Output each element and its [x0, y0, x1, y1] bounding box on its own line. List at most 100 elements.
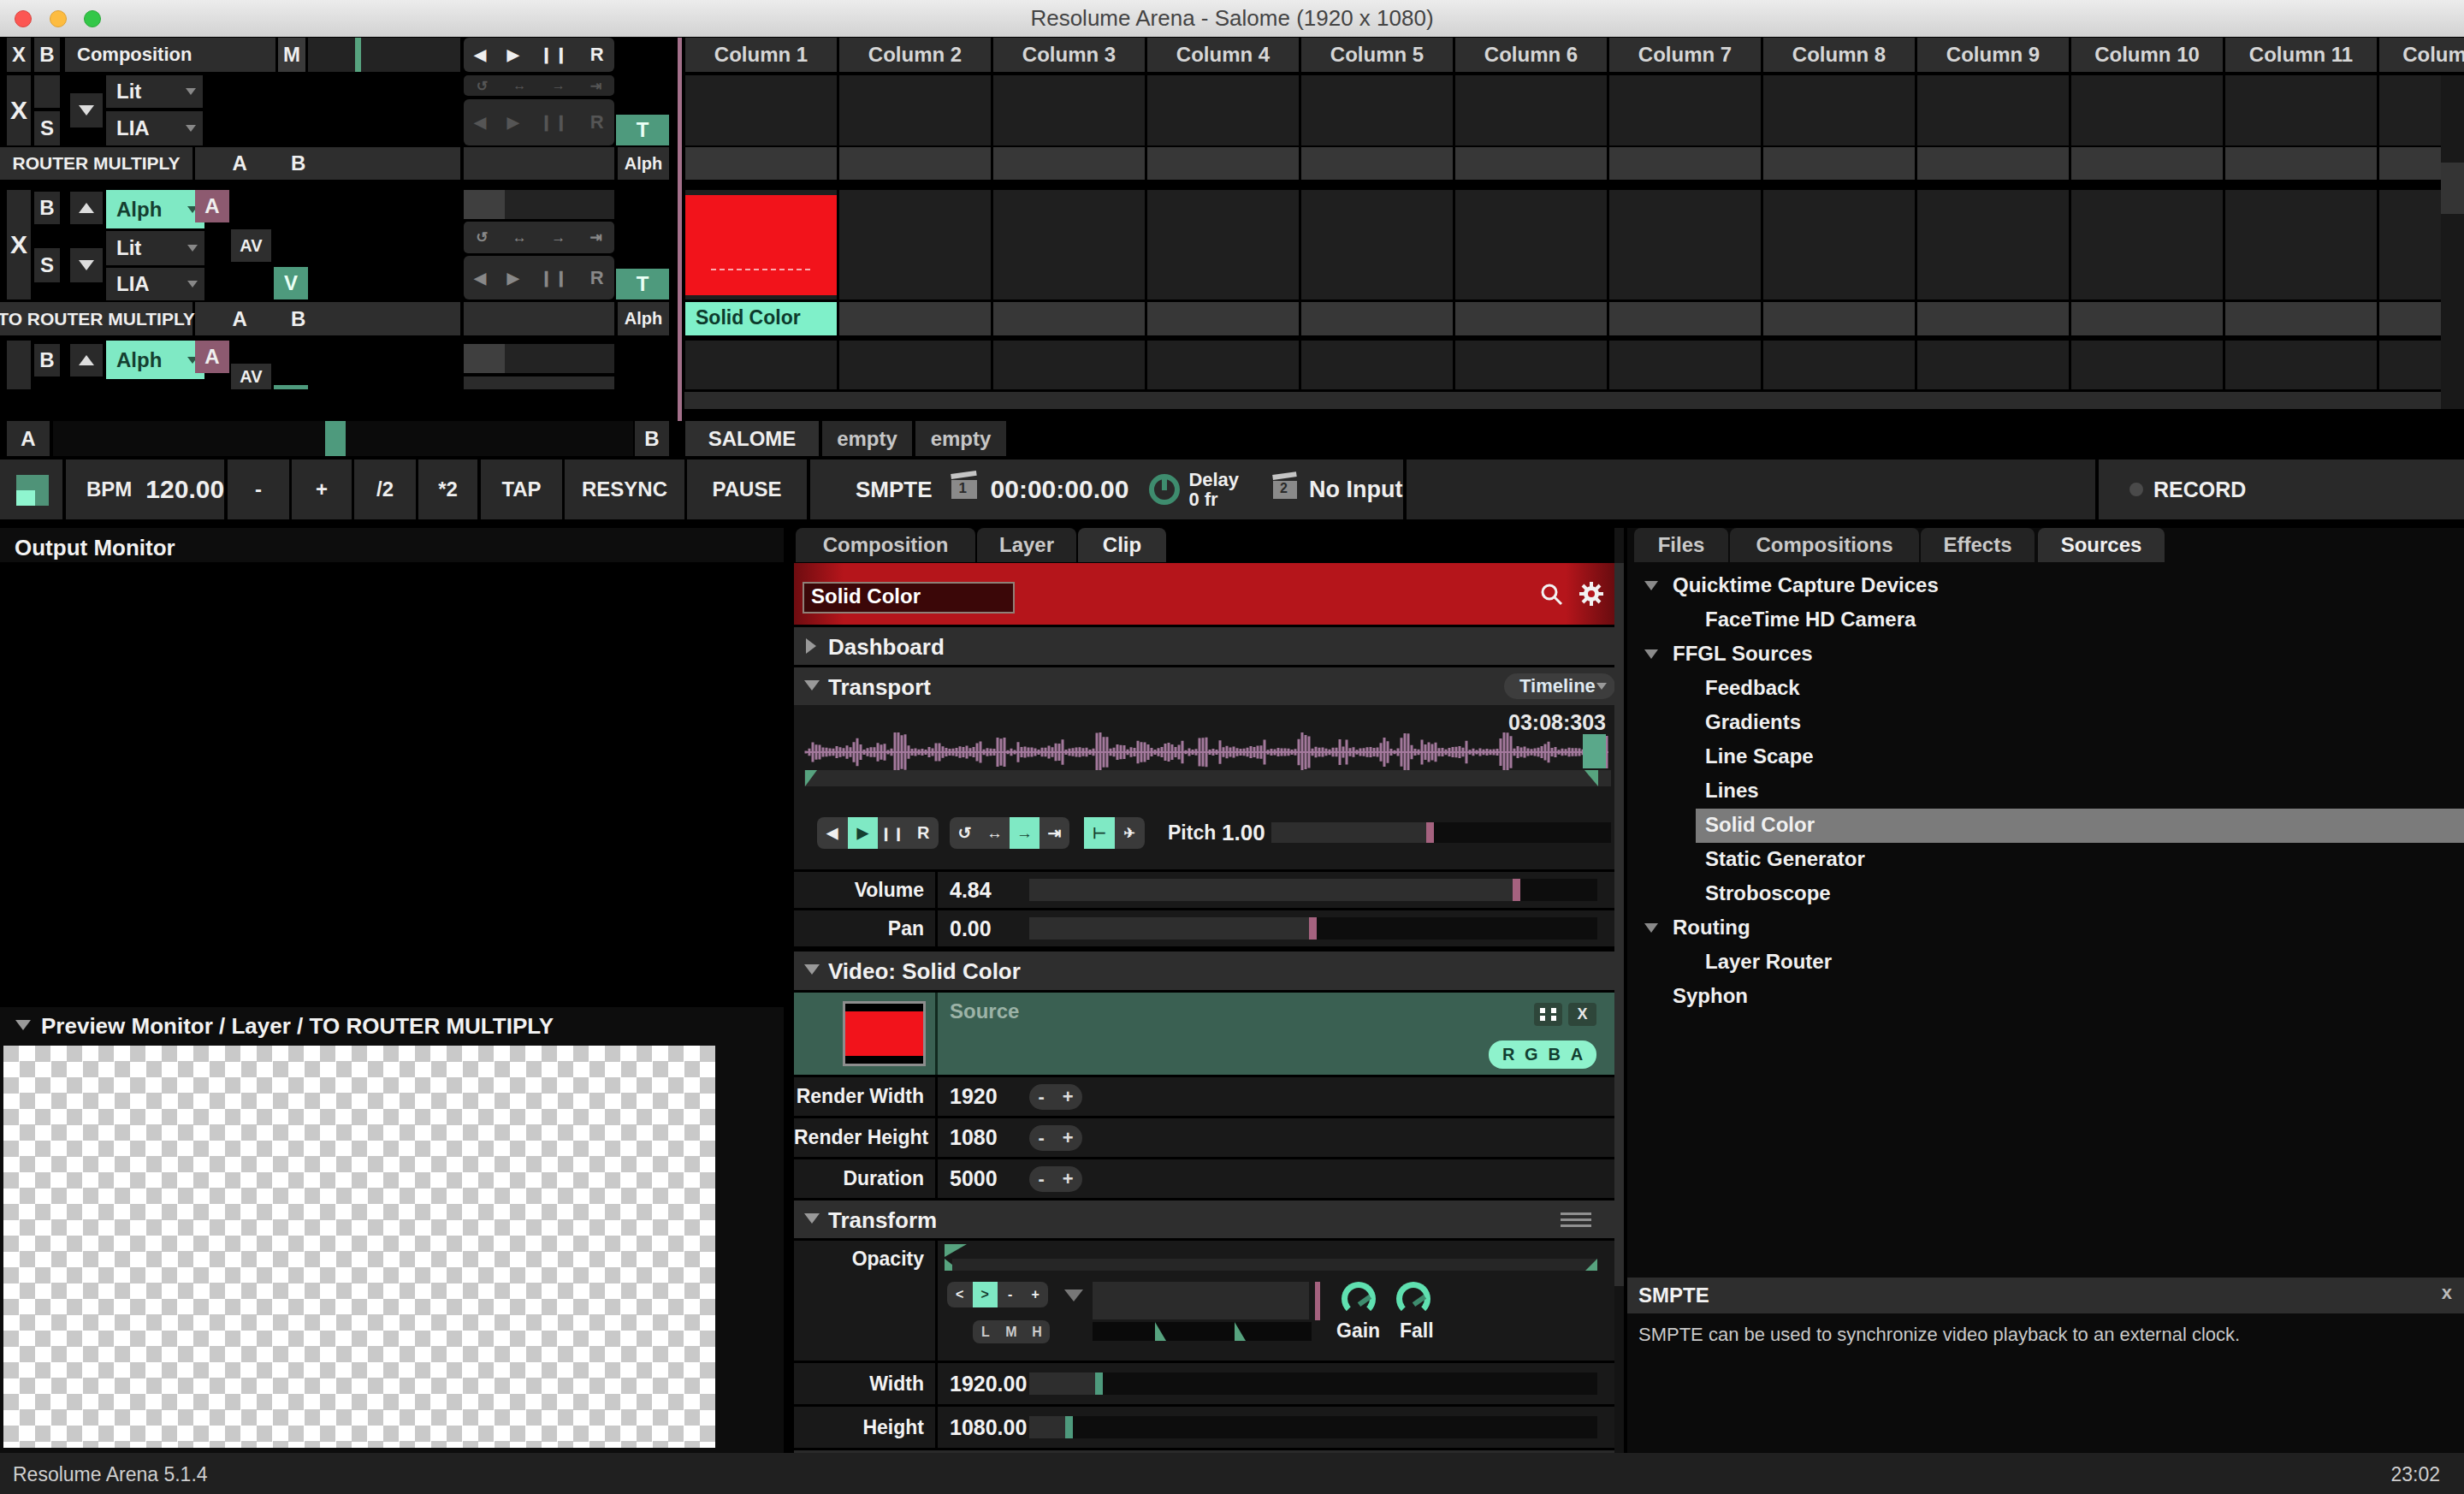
envelope-box[interactable] — [1093, 1282, 1309, 1319]
group-torouter-alph[interactable]: Alph — [618, 302, 669, 335]
layer1-thumbnail-button[interactable]: T — [616, 115, 669, 145]
layer3-progress[interactable] — [464, 344, 614, 373]
deck-scrollbar-thumb[interactable] — [2441, 163, 2464, 214]
g-channel-button[interactable]: G — [1525, 1045, 1538, 1064]
clip-label-cell[interactable] — [993, 147, 1145, 180]
search-icon[interactable] — [1538, 582, 1564, 608]
layer2-thumbnail-button[interactable]: T — [616, 269, 669, 299]
clip-label-cell[interactable]: Solid Color — [685, 302, 837, 335]
minus-button[interactable]: - — [1038, 1127, 1044, 1149]
clip-label-cell[interactable] — [2071, 147, 2223, 180]
bpm-div2-button[interactable]: /2 — [354, 459, 416, 519]
layer2-av-badge[interactable]: AV — [231, 229, 271, 262]
dashboard-section-bar[interactable]: Dashboard — [794, 627, 1624, 665]
clip-cell[interactable] — [993, 75, 1145, 145]
layer1-x-button[interactable]: X — [7, 75, 31, 145]
volume-slider[interactable] — [1029, 879, 1597, 901]
layer1-collapse-button[interactable] — [70, 93, 103, 127]
layer3-loop-row[interactable] — [464, 376, 614, 389]
clip-cell[interactable] — [993, 190, 1145, 299]
clip-label-cell[interactable] — [993, 302, 1145, 335]
layer1-transport[interactable]: ◀▶❙❙R — [464, 99, 614, 145]
clip-label-cell[interactable] — [1917, 302, 2069, 335]
tree-item-syphon[interactable]: Syphon — [1627, 980, 2464, 1014]
clip-name-label[interactable]: Solid Color — [696, 306, 801, 329]
clip-cell[interactable] — [1763, 75, 1915, 145]
transform-section-bar[interactable]: Transform — [794, 1201, 1624, 1238]
clip-label-cell[interactable] — [1455, 147, 1607, 180]
clip-panel-scrollbar[interactable] — [1614, 528, 1624, 1453]
layer3-v-badge[interactable] — [274, 385, 308, 389]
timeline-track-marker[interactable] — [805, 770, 817, 786]
column-header[interactable]: Column 12 — [2379, 38, 2464, 72]
deck-tab-empty1[interactable]: empty — [822, 421, 912, 456]
preview-monitor-header[interactable]: Preview Monitor / Layer / TO ROUTER MULT… — [0, 1010, 784, 1044]
composition-speed-slider[interactable] — [308, 38, 460, 72]
column-header[interactable]: Column 4 — [1147, 38, 1299, 72]
column-header[interactable]: Column 6 — [1455, 38, 1607, 72]
a-channel-button[interactable]: A — [1571, 1045, 1583, 1064]
tree-item-solid-color[interactable]: Solid Color — [1627, 809, 2464, 843]
clip-cell[interactable] — [1301, 190, 1453, 299]
tree-item-feedback[interactable]: Feedback — [1627, 672, 2464, 706]
render-height-stepper[interactable]: -+ — [1029, 1125, 1082, 1151]
layer2-up-button[interactable] — [70, 192, 103, 224]
layer2-v-badge[interactable]: V — [274, 267, 308, 299]
prev-key-button[interactable]: < — [947, 1282, 973, 1307]
low-button[interactable]: L — [973, 1320, 998, 1343]
pan-value[interactable]: 0.00 — [950, 916, 992, 941]
expand-arrow-icon[interactable] — [1644, 923, 1658, 933]
automation-dropdown[interactable] — [1064, 1289, 1083, 1301]
deck-scrollbar[interactable] — [2441, 75, 2464, 409]
pitch-slider[interactable] — [1271, 822, 1611, 843]
info-panel-header[interactable]: SMPTE x — [1627, 1278, 2464, 1313]
tab-compositions[interactable]: Compositions — [1730, 528, 1919, 562]
clip-cell[interactable] — [1609, 75, 1761, 145]
clip-cell[interactable] — [1301, 341, 1453, 389]
waveform-playhead[interactable] — [1583, 734, 1606, 768]
clip-label-cell[interactable] — [1301, 302, 1453, 335]
info-close-button[interactable]: x — [2442, 1282, 2452, 1304]
gear-icon[interactable] — [1578, 580, 1605, 608]
tree-item-layer-router[interactable]: Layer Router — [1627, 946, 2464, 980]
bpm-mul2-button[interactable]: *2 — [418, 459, 477, 519]
clip-cell[interactable] — [1609, 190, 1761, 299]
clip-label-cell[interactable] — [2225, 147, 2377, 180]
key-minus-button[interactable]: - — [998, 1282, 1023, 1307]
tree-item-routing[interactable]: Routing — [1627, 911, 2464, 946]
minus-button[interactable]: - — [1038, 1168, 1044, 1190]
crossfader-b-button[interactable]: B — [635, 421, 669, 456]
tab-clip[interactable]: Clip — [1078, 528, 1166, 562]
timeline-track[interactable] — [804, 770, 1611, 786]
tap-button[interactable]: TAP — [481, 459, 562, 519]
layer2-bypass-button[interactable]: B — [34, 192, 60, 224]
waveform[interactable] — [804, 732, 1611, 772]
clip-cell[interactable] — [1917, 75, 2069, 145]
crossfader-a-button[interactable]: A — [7, 421, 50, 456]
clip-cell[interactable] — [1147, 75, 1299, 145]
clip-thumbnail-solid-color[interactable] — [685, 195, 837, 295]
height-slider[interactable] — [1029, 1416, 1597, 1438]
tab-effects[interactable]: Effects — [1921, 528, 2035, 562]
r-channel-button[interactable]: R — [1502, 1045, 1514, 1064]
pan-slider[interactable] — [1029, 917, 1597, 940]
loop-button[interactable]: ↺ — [950, 817, 980, 849]
deck-tab-empty2[interactable]: empty — [915, 421, 1006, 456]
clip-cell[interactable] — [1917, 341, 2069, 389]
source-close-button[interactable]: X — [1568, 1003, 1596, 1026]
expand-arrow-icon[interactable] — [1644, 649, 1658, 659]
column-header[interactable]: Column 10 — [2071, 38, 2223, 72]
layer1-loop-row[interactable]: ↺↔→⇥ — [464, 75, 614, 96]
rgba-buttons[interactable]: RGBA — [1489, 1040, 1596, 1069]
menu-icon[interactable] — [1561, 1212, 1591, 1215]
width-slider[interactable] — [1029, 1372, 1597, 1395]
key-plus-button[interactable]: + — [1023, 1282, 1049, 1307]
video-section-bar[interactable]: Video: Solid Color — [794, 952, 1624, 990]
expand-arrow-icon[interactable] — [1644, 581, 1658, 590]
clip-cell[interactable] — [839, 75, 991, 145]
tab-layer[interactable]: Layer — [977, 528, 1076, 562]
plus-button[interactable]: + — [1063, 1168, 1074, 1190]
column-header[interactable]: Column 11 — [2225, 38, 2377, 72]
bpm-display[interactable]: BPM 120.00 — [66, 459, 224, 519]
tree-item-stroboscope[interactable]: Stroboscope — [1627, 877, 2464, 911]
